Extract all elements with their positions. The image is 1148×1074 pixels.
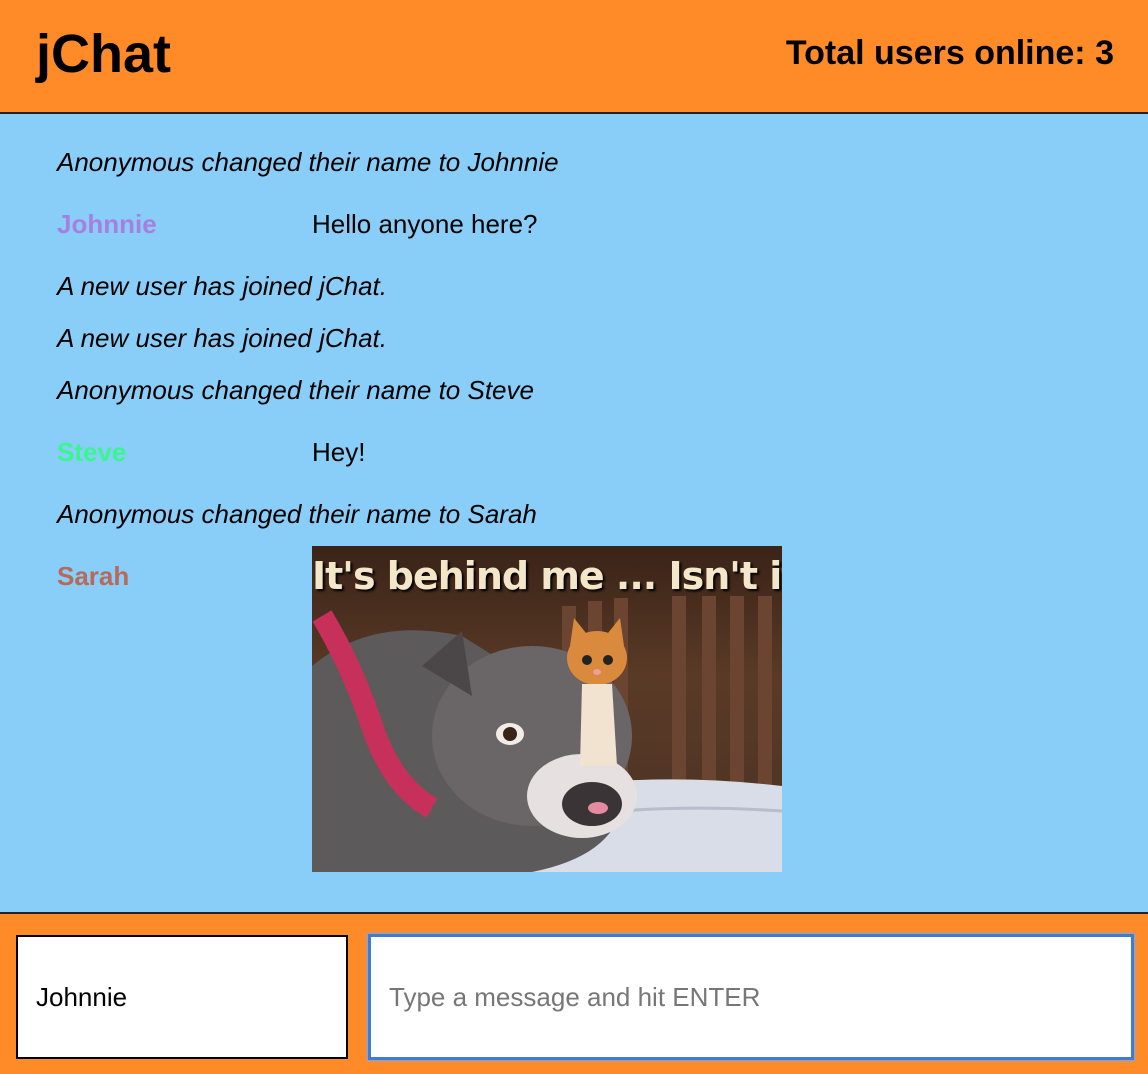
message-username: Sarah — [57, 561, 130, 591]
message-list[interactable]: Anonymous changed their name to Johnnie … — [0, 114, 1148, 912]
meme-image[interactable]: It's behind me ... Isn't it? — [312, 546, 782, 872]
username-input[interactable] — [16, 935, 348, 1059]
online-users-count: Total users online: 3 — [785, 34, 1114, 72]
message-text: Hey! — [312, 437, 366, 467]
message-input[interactable] — [368, 934, 1134, 1060]
system-message: Anonymous changed their name to Johnnie — [57, 147, 559, 177]
meme-caption: It's behind me ... Isn't it? — [312, 554, 782, 598]
header-bar: jChat Total users online: 3 — [0, 0, 1148, 114]
footer-bar — [0, 912, 1148, 1074]
message-username: Steve — [57, 437, 127, 467]
app-title: jChat — [36, 24, 171, 84]
message-username: Johnnie — [57, 209, 157, 239]
system-message: Anonymous changed their name to Steve — [57, 375, 534, 405]
system-message: Anonymous changed their name to Sarah — [57, 499, 537, 529]
system-message: A new user has joined jChat. — [57, 323, 388, 353]
chat-app: jChat Total users online: 3 Anonymous ch… — [0, 0, 1148, 1074]
system-message: A new user has joined jChat. — [57, 271, 388, 301]
message-text: Hello anyone here? — [312, 209, 538, 239]
